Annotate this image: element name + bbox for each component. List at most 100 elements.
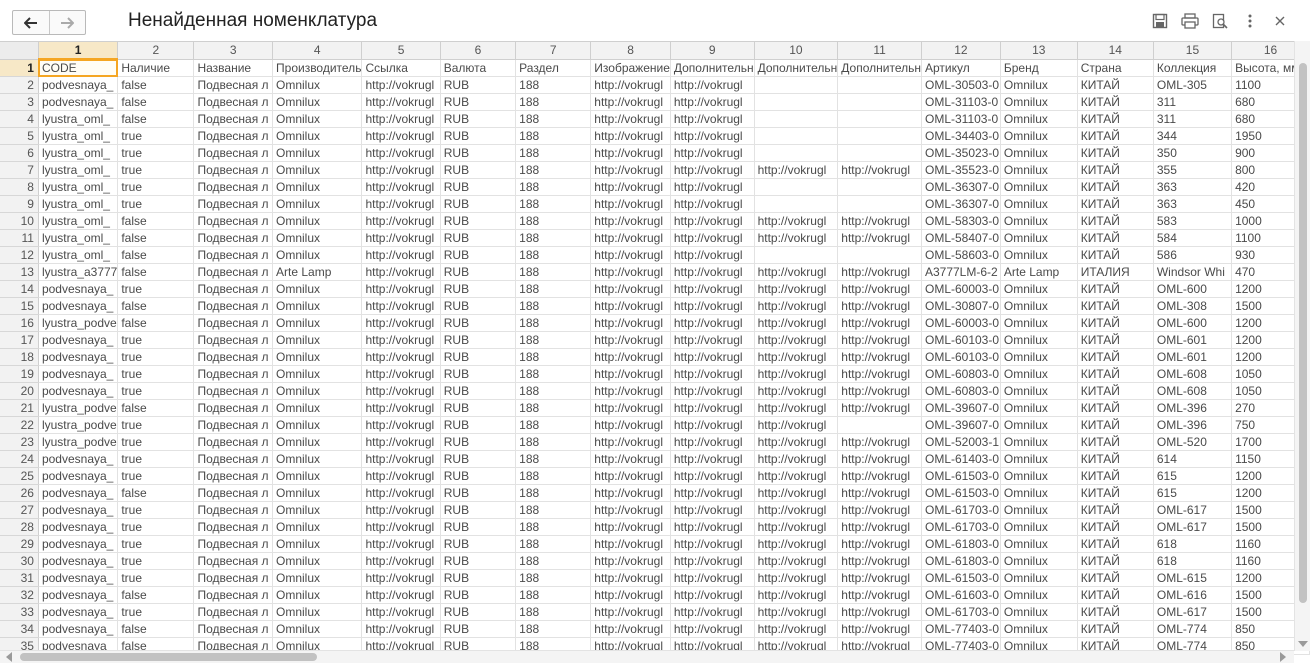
grid-cell[interactable]: http://vokrugl [590,195,671,213]
grid-cell[interactable]: true [117,280,195,298]
grid-cell[interactable]: КИТАЙ [1077,450,1154,468]
grid-cell[interactable]: Windsor Whi [1153,263,1233,281]
grid-cell[interactable]: 615 [1153,484,1233,502]
grid-cell[interactable]: lyustra_oml_ [38,246,119,264]
row-header[interactable]: 11 [0,229,39,247]
grid-cell[interactable]: http://vokrugl [361,331,441,349]
grid-cell[interactable]: Подвесная л [193,586,274,604]
grid-cell[interactable]: OML-31103-0 [921,110,1001,128]
grid-cell[interactable]: Omnilux [1000,280,1078,298]
grid-cell[interactable]: true [117,195,195,213]
grid-cell[interactable]: 188 [515,603,592,621]
row-header[interactable]: 1 [0,59,39,77]
grid-cell[interactable]: http://vokrugl [837,212,922,230]
grid-cell[interactable]: Omnilux [1000,552,1078,570]
grid-cell[interactable]: http://vokrugl [590,280,671,298]
grid-cell[interactable]: 188 [515,161,592,179]
grid-cell[interactable]: Изображение [590,59,671,77]
grid-cell[interactable]: OML-61603-0 [921,586,1001,604]
grid-cell[interactable]: http://vokrugl [670,280,755,298]
row-header[interactable]: 26 [0,484,39,502]
grid-cell[interactable]: Omnilux [272,127,363,145]
grid-cell[interactable]: http://vokrugl [754,280,839,298]
grid-cell[interactable]: RUB [440,246,517,264]
grid-cell[interactable]: Omnilux [1000,246,1078,264]
grid-cell[interactable]: Omnilux [272,484,363,502]
grid-cell[interactable]: 188 [515,399,592,417]
grid-cell[interactable]: http://vokrugl [670,314,755,332]
grid-cell[interactable]: lyustra_podve [38,433,119,451]
grid-cell[interactable]: Страна [1077,59,1154,77]
grid-cell[interactable]: http://vokrugl [361,246,441,264]
grid-cell[interactable]: КИТАЙ [1077,297,1154,315]
grid-cell[interactable]: Подвесная л [193,93,274,111]
grid-cell[interactable]: true [117,365,195,383]
grid-cell[interactable]: http://vokrugl [670,603,755,621]
grid-cell[interactable]: Omnilux [1000,110,1078,128]
back-button[interactable] [13,11,50,34]
grid-cell[interactable]: Omnilux [1000,314,1078,332]
grid-cell[interactable]: lyustra_podve [38,314,119,332]
grid-cell[interactable]: Omnilux [272,348,363,366]
grid-cell[interactable]: http://vokrugl [361,229,441,247]
grid-cell[interactable]: Подвесная л [193,552,274,570]
grid-cell[interactable]: http://vokrugl [361,161,441,179]
grid-cell[interactable]: Omnilux [272,76,363,94]
row-header[interactable]: 21 [0,399,39,417]
grid-cell[interactable]: Omnilux [1000,365,1078,383]
grid-cell[interactable]: OML-60803-0 [921,382,1001,400]
grid-cell[interactable]: Подвесная л [193,161,274,179]
grid-cell[interactable]: OML-520 [1153,433,1233,451]
grid-cell[interactable]: 188 [515,93,592,111]
print-button[interactable] [1181,12,1199,30]
grid-cell[interactable]: http://vokrugl [754,620,839,638]
grid-cell[interactable]: Omnilux [1000,569,1078,587]
grid-cell[interactable]: http://vokrugl [361,365,441,383]
grid-cell[interactable]: OML-58303-0 [921,212,1001,230]
grid-cell[interactable]: http://vokrugl [590,161,671,179]
grid-cell[interactable]: OML-617 [1153,501,1233,519]
grid-cell[interactable]: http://vokrugl [361,467,441,485]
grid-cell[interactable]: http://vokrugl [754,518,839,536]
grid-cell[interactable]: Omnilux [1000,501,1078,519]
vertical-scroll-thumb[interactable] [1299,63,1307,603]
grid-cell[interactable]: OML-615 [1153,569,1233,587]
grid-cell[interactable]: RUB [440,144,517,162]
grid-cell[interactable]: Бренд [1000,59,1078,77]
grid-cell[interactable]: Omnilux [272,331,363,349]
grid-cell[interactable]: Omnilux [1000,195,1078,213]
grid-cell[interactable]: http://vokrugl [837,518,922,536]
grid-cell[interactable]: RUB [440,76,517,94]
grid-cell[interactable]: КИТАЙ [1077,348,1154,366]
grid-cell[interactable]: http://vokrugl [837,263,922,281]
grid-cell[interactable]: Omnilux [272,110,363,128]
grid-cell[interactable]: Omnilux [272,229,363,247]
grid-cell[interactable]: true [117,535,195,553]
column-header[interactable]: 1 [38,41,119,60]
grid-cell[interactable]: http://vokrugl [670,518,755,536]
grid-cell[interactable]: КИТАЙ [1077,195,1154,213]
grid-cell[interactable]: false [117,246,195,264]
grid-cell[interactable]: Подвесная л [193,297,274,315]
grid-cell[interactable]: http://vokrugl [590,501,671,519]
grid-cell[interactable]: http://vokrugl [590,569,671,587]
grid-cell[interactable]: http://vokrugl [361,195,441,213]
grid-cell[interactable]: podvesnaya_ [38,484,119,502]
grid-cell[interactable]: podvesnaya_ [38,467,119,485]
grid-cell[interactable]: http://vokrugl [670,365,755,383]
grid-cell[interactable]: http://vokrugl [361,416,441,434]
grid-cell[interactable]: podvesnaya_ [38,348,119,366]
grid-cell[interactable]: http://vokrugl [590,229,671,247]
row-header[interactable]: 8 [0,178,39,196]
grid-cell[interactable]: RUB [440,450,517,468]
grid-cell[interactable]: Omnilux [272,246,363,264]
grid-cell[interactable]: RUB [440,127,517,145]
grid-cell[interactable]: http://vokrugl [670,212,755,230]
grid-cell[interactable]: http://vokrugl [361,76,441,94]
grid-cell[interactable]: true [117,450,195,468]
row-header[interactable]: 22 [0,416,39,434]
grid-cell[interactable]: Подвесная л [193,416,274,434]
grid-cell[interactable]: Omnilux [1000,382,1078,400]
row-header[interactable]: 25 [0,467,39,485]
grid-cell[interactable]: http://vokrugl [590,212,671,230]
